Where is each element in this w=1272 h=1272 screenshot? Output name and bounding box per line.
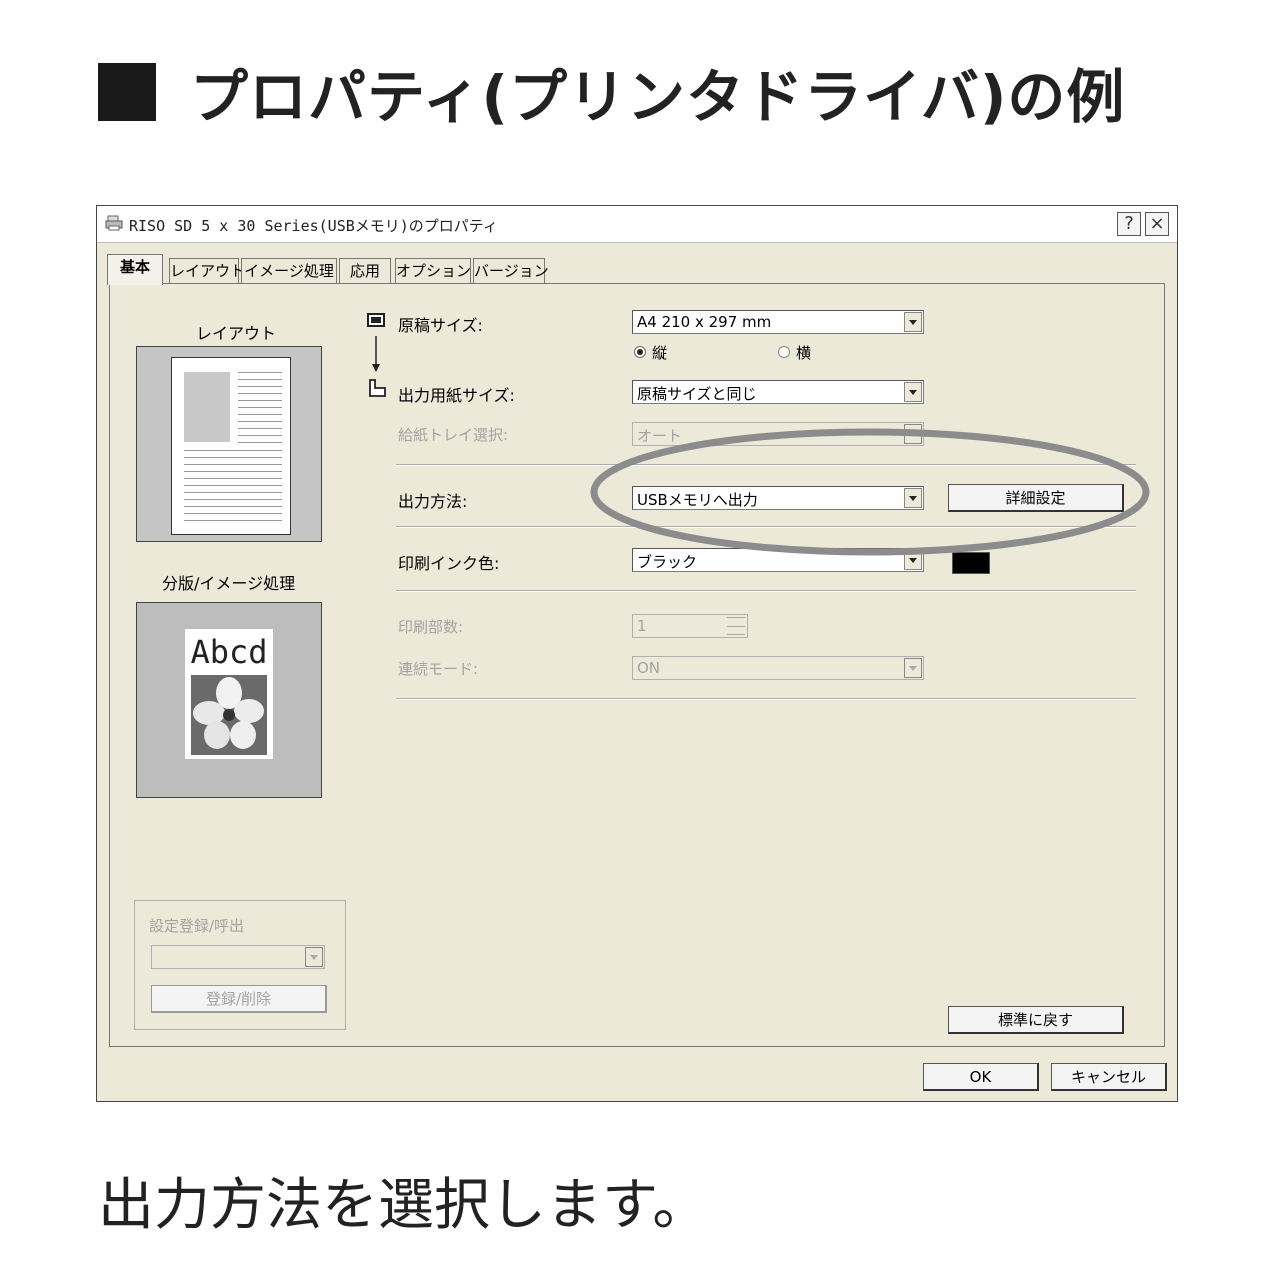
tab-basic[interactable]: 基本 (107, 254, 163, 285)
tab-advanced[interactable]: 応用 (339, 258, 391, 284)
sample-text: Abcd (190, 633, 268, 671)
sample-page: Abcd (185, 629, 273, 759)
chevron-down-icon (904, 658, 922, 678)
properties-dialog: RISO SD 5 x 30 Series(USBメモリ)のプロパティ ? × … (96, 205, 1178, 1102)
chevron-down-icon (904, 312, 922, 332)
portrait-label: 縦 (652, 344, 668, 362)
layout-preview (136, 346, 322, 542)
window-title: RISO SD 5 x 30 Series(USBメモリ)のプロパティ (129, 217, 498, 235)
layout-preview-label: レイアウト (196, 324, 277, 343)
continuous-mode-value: ON (637, 659, 661, 677)
size-flow-icons (367, 313, 386, 397)
register-delete-button[interactable]: 登録/削除 (151, 985, 327, 1013)
output-method-label: 出力方法: (398, 492, 468, 511)
cancel-button[interactable]: キャンセル (1051, 1063, 1167, 1091)
tab-options[interactable]: オプション (395, 258, 471, 284)
help-button[interactable]: ? (1117, 212, 1141, 236)
output-paper-size-label: 出力用紙サイズ: (398, 386, 515, 405)
page-heading: プロパティ(プリンタドライバ)の例 (98, 52, 1125, 132)
caption-text: 出力方法を選択します。 (98, 1173, 709, 1238)
ink-color-label: 印刷インク色: (398, 554, 500, 573)
separator-4 (396, 698, 1136, 700)
output-paper-size-select[interactable]: 原稿サイズと同じ (632, 380, 924, 404)
separator-3 (396, 590, 1136, 592)
printer-icon (105, 215, 123, 231)
original-size-value: A4 210 x 297 mm (637, 313, 772, 331)
chevron-down-icon (904, 382, 922, 402)
output-paper-size-value: 原稿サイズと同じ (637, 385, 757, 403)
preset-group-label: 設定登録/呼出 (149, 917, 245, 935)
separation-preview-label: 分版/イメージ処理 (162, 574, 296, 593)
highlight-ellipse (590, 428, 1150, 556)
continuous-mode-select[interactable]: ON (632, 656, 924, 680)
chevron-down-icon (305, 947, 323, 967)
tab-version[interactable]: バージョン (473, 258, 549, 284)
spinner-arrows-icon[interactable] (727, 617, 745, 635)
image-processing-preview: Abcd (136, 602, 322, 798)
reset-defaults-button[interactable]: 標準に戻す (948, 1006, 1124, 1034)
preset-select[interactable] (151, 945, 325, 969)
copies-label: 印刷部数: (398, 618, 464, 636)
ok-button[interactable]: OK (923, 1063, 1039, 1091)
flower-image-icon (191, 675, 267, 755)
original-size-select[interactable]: A4 210 x 297 mm (632, 310, 924, 334)
portrait-radio[interactable] (634, 346, 646, 358)
copies-value: 1 (637, 617, 647, 635)
copies-spinner[interactable]: 1 (632, 614, 748, 638)
paper-tray-label: 給紙トレイ選択: (398, 426, 509, 444)
landscape-radio[interactable] (778, 346, 790, 358)
landscape-label: 横 (796, 344, 812, 362)
basic-tab-panel: レイアウト 分版/イメージ処理 Abcd 設定登録/呼出 登録/削除 原稿サイズ… (109, 283, 1165, 1047)
tab-layout[interactable]: レイアウト (169, 258, 245, 284)
original-size-label: 原稿サイズ: (398, 316, 483, 335)
close-button[interactable]: × (1145, 212, 1169, 236)
heading-square-bullet (98, 63, 156, 121)
title-bar[interactable]: RISO SD 5 x 30 Series(USBメモリ)のプロパティ ? × (97, 206, 1177, 243)
continuous-mode-label: 連続モード: (398, 660, 479, 678)
page-thumbnail (171, 357, 291, 535)
preset-group: 設定登録/呼出 登録/削除 (134, 900, 346, 1030)
tab-image-processing[interactable]: イメージ処理 (241, 258, 337, 284)
heading-text: プロパティ(プリンタドライバ)の例 (190, 63, 1126, 131)
